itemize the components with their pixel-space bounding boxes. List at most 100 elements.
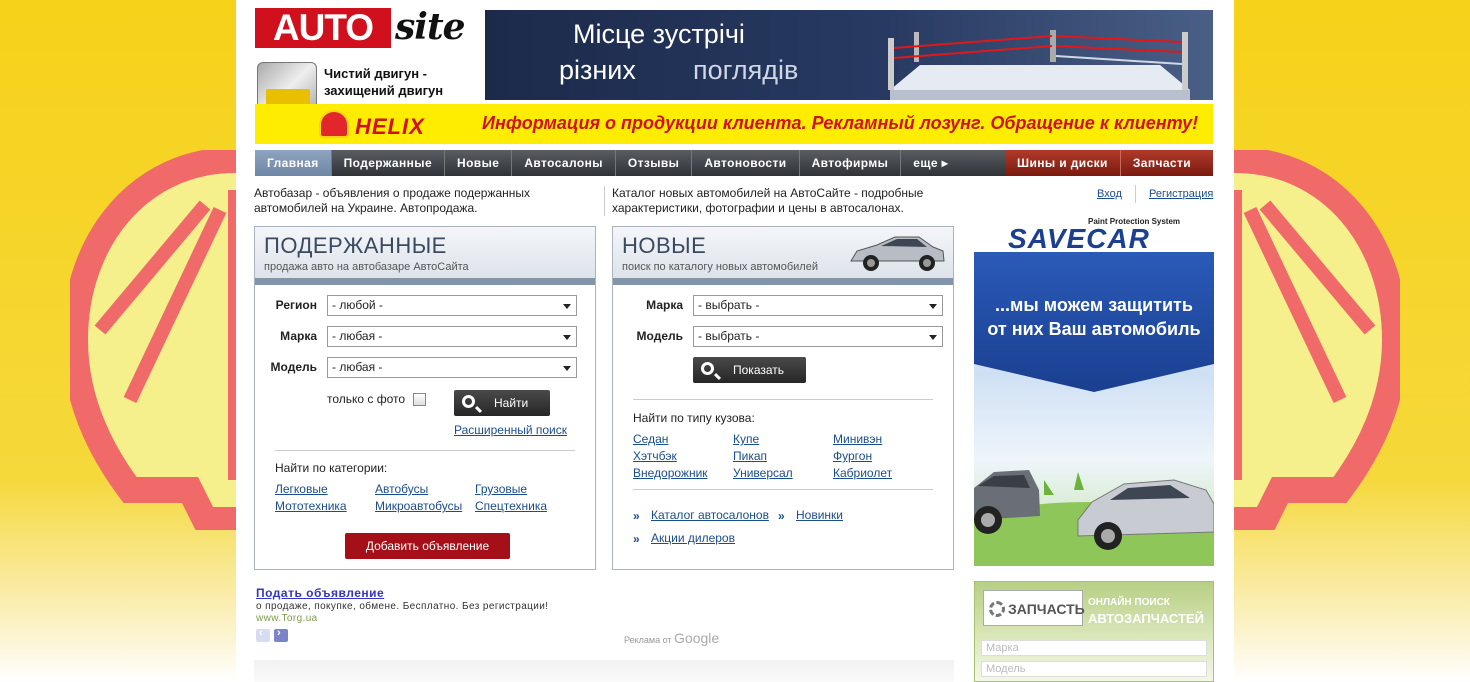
body-type-link[interactable]: Кабриолет	[833, 466, 892, 480]
zapchast-line2: АВТОЗАПЧАСТЕЙ	[1088, 611, 1204, 626]
logo-site-text: site	[395, 6, 465, 48]
ads-by-google[interactable]: Реклама от Google	[624, 630, 719, 646]
chevron-down-icon	[929, 304, 937, 309]
chevron-right-icon: ›	[277, 627, 281, 639]
ad-prev-button[interactable]: ‹	[256, 627, 270, 642]
oil-ad-line1: Чистий двигун -	[324, 66, 427, 81]
model-select[interactable]: - любая -	[327, 357, 577, 378]
category-link[interactable]: Легковые	[275, 482, 328, 496]
zapchast-make-select[interactable]: Марка	[981, 640, 1207, 656]
new-panel-subtitle: поиск по каталогу новых автомобилей	[622, 261, 818, 273]
body-type-link[interactable]: Купе	[733, 432, 759, 446]
body-type-link[interactable]: Пикап	[733, 449, 767, 463]
oil-ad-line2: захищений двигун	[324, 83, 444, 98]
body-type-link[interactable]: Хэтчбэк	[633, 449, 677, 463]
new-model-select-value: - выбрать -	[698, 329, 760, 343]
dealer-promotions-link[interactable]: Акции дилеров	[651, 531, 735, 545]
nav-item-new[interactable]: Новые	[445, 150, 513, 176]
used-search-panel: ПОДЕРЖАННЫЕ продажа авто на автобазаре А…	[254, 226, 596, 570]
chevron-left-icon: ‹	[259, 627, 263, 639]
body-type-link[interactable]: Седан	[633, 432, 668, 446]
nav-item-dealers[interactable]: Автосалоны	[512, 150, 616, 176]
savecar-line1: ...мы можем защитить	[995, 295, 1193, 315]
new-make-select-value: - выбрать -	[698, 298, 760, 312]
chevron-down-icon	[929, 335, 937, 340]
page-container: AUTO site Чистий двигун - захищений двиг…	[236, 0, 1234, 682]
used-intro-text: Автобазар - объявления о продаже подержа…	[254, 186, 531, 215]
boxing-ring-image	[888, 30, 1190, 100]
google-ad-title[interactable]: Подать объявление	[256, 586, 384, 600]
photo-only-label: только с фото	[327, 392, 406, 406]
body-type-link[interactable]: Фургон	[833, 449, 872, 463]
category-link[interactable]: Мототехника	[275, 499, 347, 513]
savecar-line2: от них Ваш автомобиль	[987, 319, 1201, 339]
ad-next-button[interactable]: ›	[274, 627, 288, 642]
show-button-label: Показать	[733, 363, 785, 377]
dealers-catalog-link[interactable]: Каталог автосалонов	[651, 508, 769, 522]
top-banner[interactable]: Місце зустрічі різних поглядів	[485, 10, 1213, 100]
zapchast-model-select[interactable]: Модель	[981, 661, 1207, 677]
google-ad-url[interactable]: www.Torg.ua	[256, 613, 318, 624]
body-type-link[interactable]: Универсал	[733, 466, 793, 480]
search-icon	[462, 395, 475, 408]
nav-item-parts[interactable]: Запчасти	[1121, 150, 1203, 176]
register-link[interactable]: Регистрация	[1149, 188, 1213, 200]
nav-item-news[interactable]: Автоновости	[692, 150, 800, 176]
novelties-link[interactable]: Новинки	[796, 508, 843, 522]
photo-only-checkbox[interactable]	[413, 393, 426, 406]
nav-item-used[interactable]: Подержанные	[332, 150, 446, 176]
savecar-ad[interactable]: Paint Protection System SAVECAR ...мы мо…	[974, 215, 1214, 566]
make-select[interactable]: - любая -	[327, 326, 577, 347]
new-divider-bottom	[633, 489, 933, 490]
new-panel-title: НОВЫЕ	[622, 233, 707, 258]
nav-item-more[interactable]: еще ▸	[901, 150, 960, 176]
nav-item-companies[interactable]: Автофирмы	[800, 150, 902, 176]
new-intro-text: Каталог новых автомобилей на АвтоСайте -…	[612, 186, 924, 215]
auth-divider	[1135, 185, 1136, 203]
body-type-heading: Найти по типу кузова:	[633, 411, 755, 425]
nav-item-tires[interactable]: Шины и диски	[1005, 150, 1121, 176]
ads-by-label: Реклама от	[624, 635, 672, 645]
find-button[interactable]: Найти	[454, 390, 550, 416]
logo-auto-text: AUTO	[255, 8, 391, 48]
nav-red-group: Шины и диски Запчасти	[1005, 150, 1213, 176]
zapchast-logo: ЗАПЧАСТЬ	[983, 590, 1085, 626]
banner-line1: Місце зустрічі	[573, 19, 745, 49]
google-ad-description: о продаже, покупке, обмене. Бесплатно. Б…	[256, 601, 549, 612]
model-label: Модель	[270, 360, 317, 374]
add-listing-button[interactable]: Добавить объявление	[345, 533, 510, 559]
search-icon	[701, 362, 714, 375]
used-panel-title: ПОДЕРЖАННЫЕ	[264, 233, 447, 258]
helix-banner[interactable]: HELIX Информация о продукции клиента. Ре…	[255, 104, 1213, 144]
oil-ad-text: Чистий двигун - захищений двигун	[324, 65, 443, 99]
site-logo[interactable]: AUTO site	[255, 6, 465, 50]
category-link[interactable]: Микроавтобусы	[375, 499, 462, 513]
new-make-select[interactable]: - выбрать -	[693, 295, 943, 316]
body-type-link[interactable]: Внедорожник	[633, 466, 708, 480]
bottom-bar	[254, 660, 954, 682]
login-link[interactable]: Вход	[1097, 188, 1122, 200]
new-model-select[interactable]: - выбрать -	[693, 326, 943, 347]
category-link[interactable]: Грузовые	[475, 482, 527, 496]
zapchast-ad[interactable]: ЗАПЧАСТЬ ОНЛАЙН ПОИСК АВТОЗАПЧАСТЕЙ Марк…	[974, 581, 1214, 682]
nav-item-reviews[interactable]: Отзывы	[616, 150, 693, 176]
cars-image	[974, 470, 1214, 566]
chevron-down-icon	[563, 304, 571, 309]
new-model-label: Модель	[636, 329, 683, 343]
new-make-label: Марка	[646, 298, 683, 312]
advanced-search-link[interactable]: Расширенный поиск	[454, 423, 567, 437]
car-image	[850, 236, 945, 271]
used-panel-header: ПОДЕРЖАННЫЕ продажа авто на автобазаре А…	[255, 227, 595, 285]
new-divider-top	[633, 399, 933, 400]
chevron-down-icon	[563, 366, 571, 371]
category-link[interactable]: Спецтехника	[475, 499, 547, 513]
nav-item-main[interactable]: Главная	[255, 150, 332, 176]
show-button[interactable]: Показать	[693, 357, 806, 383]
body-type-link[interactable]: Минивэн	[833, 432, 882, 446]
helix-brand: HELIX	[355, 114, 425, 139]
make-label: Марка	[280, 329, 317, 343]
region-select[interactable]: - любой -	[327, 295, 577, 316]
region-label: Регион	[275, 298, 317, 312]
category-link[interactable]: Автобусы	[375, 482, 428, 496]
double-chevron-icon: »	[633, 509, 639, 523]
